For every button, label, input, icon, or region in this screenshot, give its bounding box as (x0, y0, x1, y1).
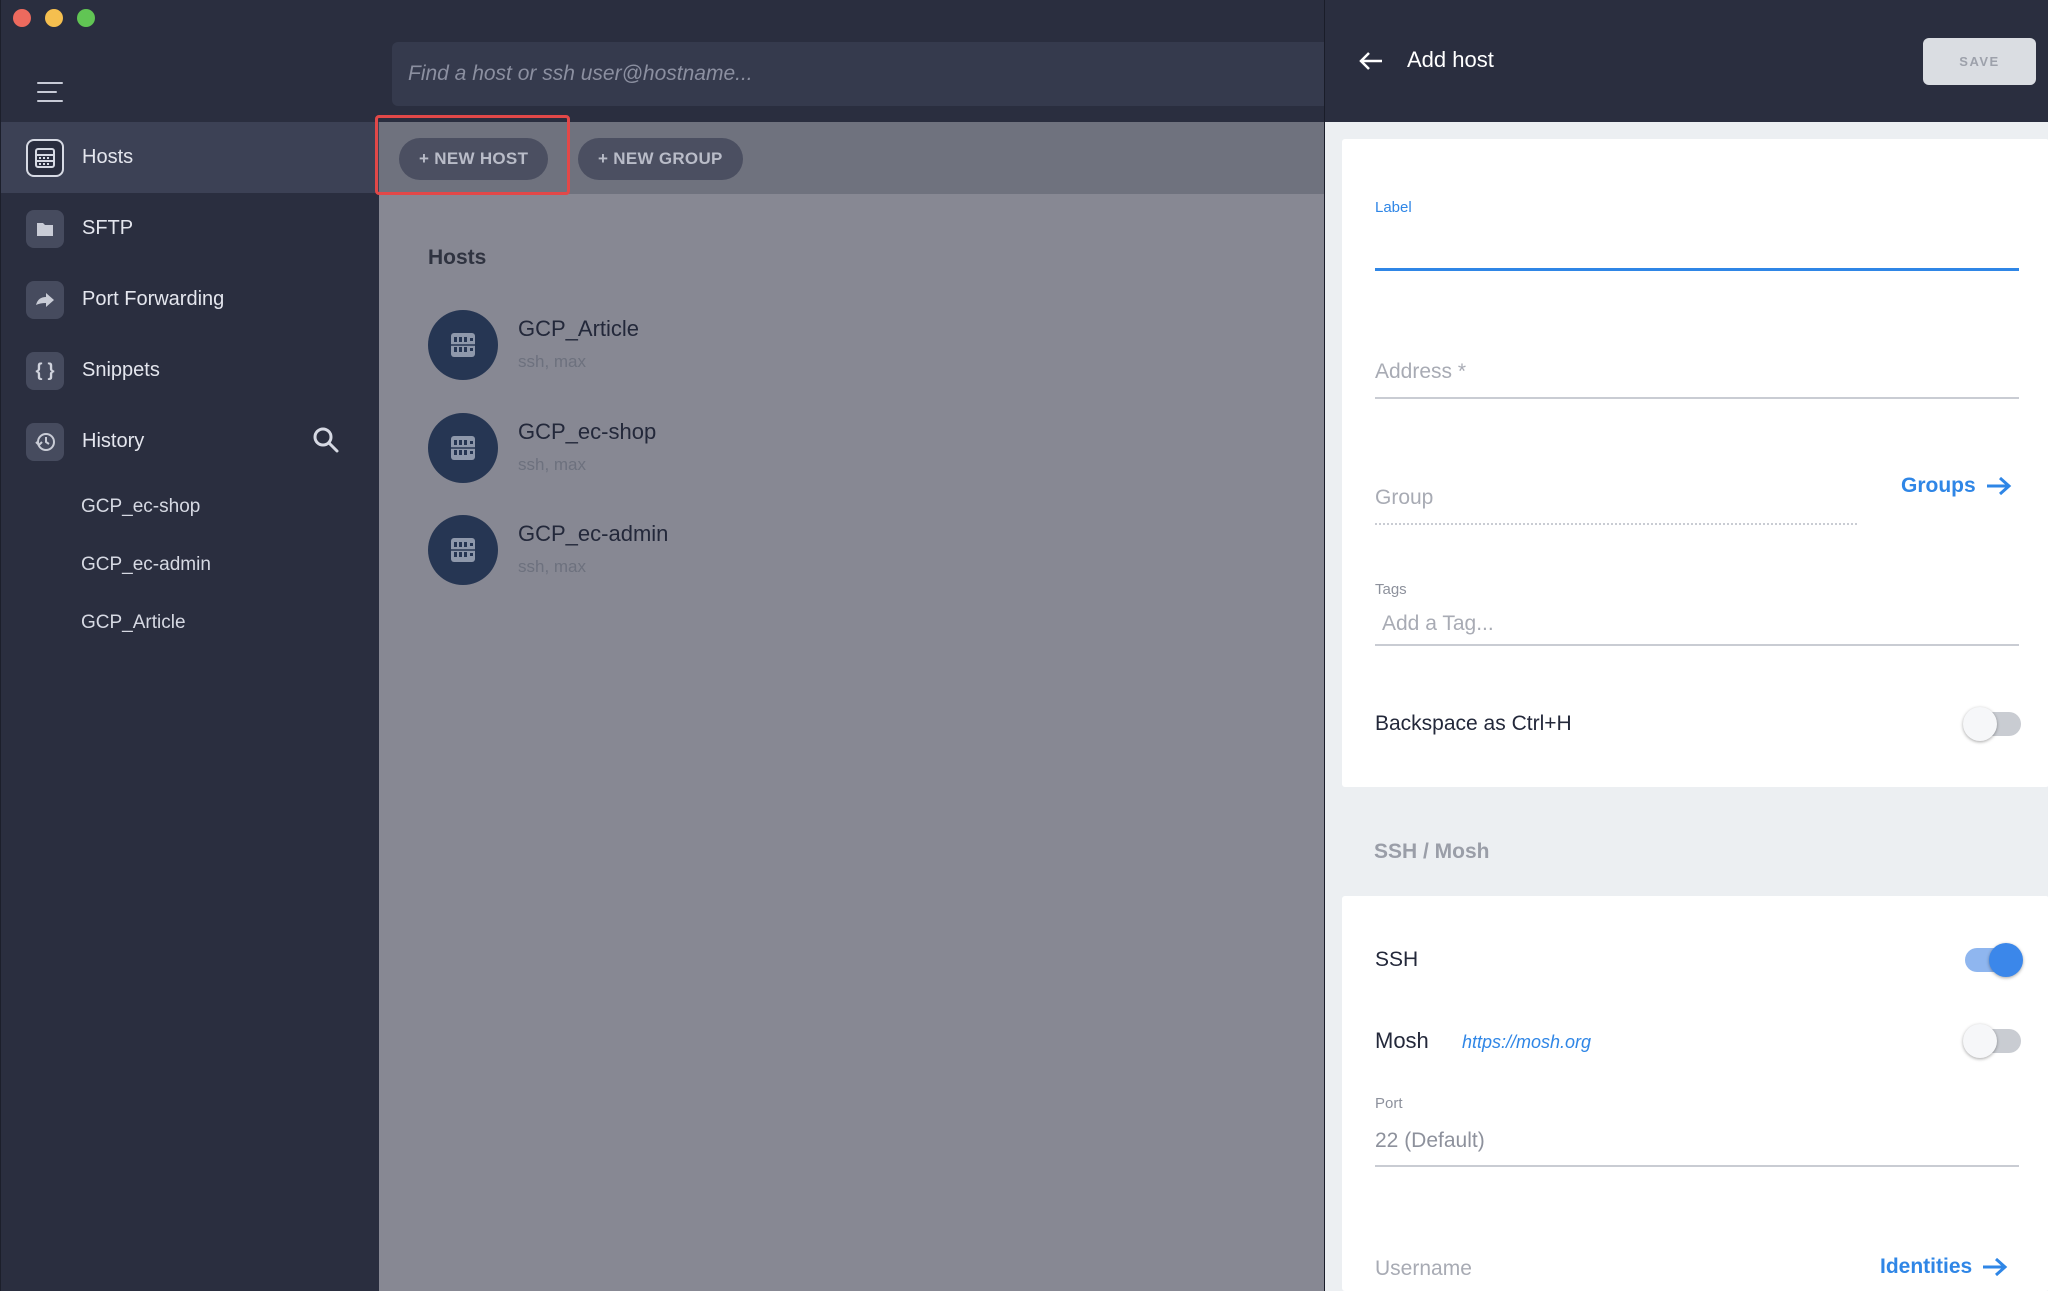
close-window-button[interactable] (13, 9, 31, 27)
address-underline (1375, 397, 2019, 399)
history-entry[interactable]: GCP_ec-admin (81, 554, 211, 576)
top-bar (379, 0, 1337, 122)
sidebar-item-port-forwarding[interactable]: Port Forwarding (1, 264, 380, 335)
panel-header: Add host SAVE (1325, 0, 2048, 122)
groups-link-label: Groups (1901, 474, 1976, 497)
zoom-window-button[interactable] (77, 9, 95, 27)
arrow-right-icon (1986, 476, 2011, 496)
mosh-toggle[interactable] (1963, 1024, 2021, 1058)
sidebar-item-label: History (82, 430, 145, 452)
port-label: Port (1375, 1095, 1403, 1112)
panel-title: Add host (1407, 47, 1494, 72)
general-card: Label Address * Group Groups Tags Add a … (1342, 139, 2048, 787)
menu-icon[interactable] (37, 82, 63, 102)
add-host-panel: Add host SAVE Label Address * Group Grou… (1324, 0, 2048, 1291)
history-entry[interactable]: GCP_ec-shop (81, 496, 200, 518)
identities-link-label: Identities (1880, 1255, 1973, 1278)
backspace-label: Backspace as Ctrl+H (1375, 712, 1572, 735)
forward-arrow-icon (26, 280, 64, 319)
label-field-label: Label (1375, 199, 1412, 216)
server-icon (428, 413, 498, 483)
folder-icon (26, 209, 64, 248)
history-entry[interactable]: GCP_Article (81, 612, 186, 634)
port-input[interactable]: 22 (Default) (1375, 1129, 1485, 1153)
hosts-section-title: Hosts (428, 246, 487, 269)
groups-link[interactable]: Groups (1901, 474, 2012, 498)
host-name: GCP_Article (518, 316, 640, 341)
new-group-button[interactable]: + NEW GROUP (578, 138, 743, 180)
tags-underline (1375, 644, 2019, 646)
toolbar: + NEW HOST + NEW GROUP (375, 115, 1324, 195)
identities-link[interactable]: Identities (1880, 1255, 2008, 1279)
arrow-right-icon (1983, 1257, 2008, 1277)
sidebar-item-history[interactable]: History (1, 406, 380, 477)
server-icon (26, 138, 64, 177)
mosh-link[interactable]: https://mosh.org (1462, 1032, 1591, 1053)
sidebar-item-label: SFTP (82, 217, 134, 239)
search-input[interactable] (408, 42, 1308, 106)
search-box (392, 42, 1337, 106)
host-name: GCP_ec-admin (518, 521, 669, 546)
sidebar-item-sftp[interactable]: SFTP (1, 193, 380, 264)
host-item[interactable]: GCP_ec-admin ssh, max (428, 515, 1028, 587)
ssh-mosh-header: SSH / Mosh (1374, 840, 1490, 863)
server-icon (428, 310, 498, 380)
sidebar: Hosts SFTP Port Forwarding { } Snippets … (0, 0, 380, 1291)
search-icon[interactable] (312, 426, 340, 460)
sidebar-item-snippets[interactable]: { } Snippets (1, 335, 380, 406)
group-underline (1375, 523, 1857, 525)
username-input[interactable]: Username (1375, 1257, 1472, 1281)
port-underline (1375, 1165, 2019, 1167)
host-item[interactable]: GCP_Article ssh, max (428, 310, 1028, 382)
ssh-label: SSH (1375, 948, 1419, 971)
ssh-card: SSH Mosh https://mosh.org Port 22 (Defau… (1342, 896, 2048, 1291)
tags-label: Tags (1375, 581, 1407, 598)
host-details: ssh, max (518, 455, 587, 474)
back-arrow-icon[interactable] (1357, 47, 1385, 80)
hosts-main: + NEW HOST + NEW GROUP Hosts GCP_Article… (375, 115, 1324, 1291)
sidebar-item-label: Snippets (82, 359, 160, 381)
backspace-toggle[interactable] (1963, 707, 2021, 741)
group-input[interactable]: Group (1375, 486, 1433, 510)
host-details: ssh, max (518, 557, 587, 576)
host-details: ssh, max (518, 352, 587, 371)
sidebar-item-label: Port Forwarding (82, 288, 225, 310)
save-button[interactable]: SAVE (1923, 38, 2036, 85)
window-controls (13, 9, 95, 27)
label-input[interactable] (1375, 229, 2019, 265)
address-input[interactable]: Address * (1375, 360, 1466, 384)
server-icon (428, 515, 498, 585)
minimize-window-button[interactable] (45, 9, 63, 27)
sidebar-item-hosts[interactable]: Hosts (1, 122, 380, 193)
ssh-toggle[interactable] (1965, 943, 2023, 977)
new-host-button[interactable]: + NEW HOST (399, 138, 549, 180)
tags-input[interactable]: Add a Tag... (1382, 612, 1494, 636)
host-name: GCP_ec-shop (518, 419, 657, 444)
label-underline (1375, 268, 2019, 271)
mosh-label: Mosh (1375, 1028, 1429, 1053)
history-clock-icon (26, 422, 64, 461)
braces-icon: { } (26, 351, 64, 390)
sidebar-item-label: Hosts (82, 146, 134, 168)
host-item[interactable]: GCP_ec-shop ssh, max (428, 413, 1028, 485)
